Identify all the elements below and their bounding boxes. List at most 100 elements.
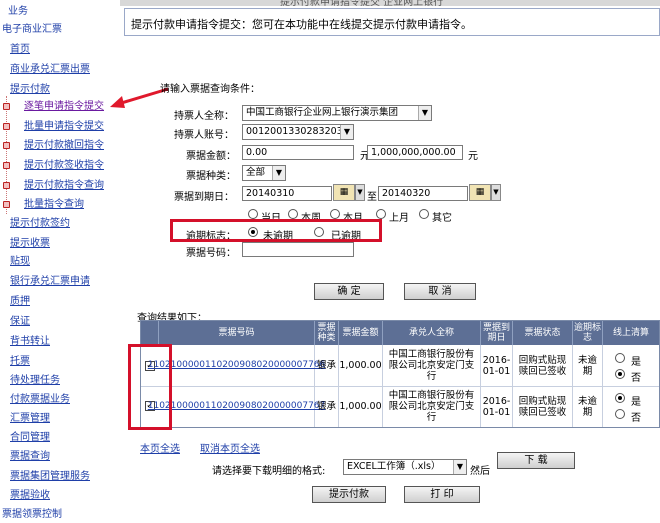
row-1-due: 2016-01-01 (481, 345, 513, 386)
tree-line (6, 96, 7, 214)
col-online: 线上清算 (603, 321, 659, 345)
print-button[interactable]: 打 印 (404, 486, 480, 503)
range-label-other: 其它 (432, 209, 452, 224)
sidebar-item-25[interactable]: 票据验收 (10, 490, 50, 502)
row-2-overdue: 未逾期 (573, 386, 603, 427)
tree-node-icon (3, 142, 10, 149)
sidebar-item-7[interactable]: 提示付款撤回指令 (24, 140, 104, 152)
download-format-label: 请选择要下载明细的格式: (212, 462, 325, 477)
amount-min-input[interactable]: 0.00 (242, 145, 354, 160)
results-table: 票据号码 票据种类 票据金额 承兑人全称 票据到期日 票据状态 逾期标志 线上清… (140, 320, 660, 428)
type-label: 票据种类： (186, 167, 236, 182)
sidebar-item-13[interactable]: 贴现 (10, 256, 30, 268)
sidebar-item-9[interactable]: 提示付款指令查询 (24, 180, 104, 192)
sidebar-item-5[interactable]: 逐笔申请指令提交 (24, 101, 104, 113)
tree-node-icon (3, 162, 10, 169)
bill-no-label: 票据号码： (186, 244, 236, 259)
sidebar-item-12[interactable]: 提示收票 (10, 238, 50, 250)
drawer-account-select[interactable]: 00120013302832030 ▼ (242, 124, 354, 140)
select-all-link[interactable]: 本页全选 (140, 440, 180, 455)
sidebar-item-18[interactable]: 托票 (10, 356, 30, 368)
sidebar-item-19[interactable]: 待处理任务 (10, 375, 60, 387)
tree-node-icon (3, 103, 10, 110)
row-2-online-no-radio[interactable] (615, 409, 625, 419)
col-amount: 票据金额 (339, 321, 383, 345)
sidebar-item-22[interactable]: 合同管理 (10, 432, 50, 444)
row-2-due: 2016-01-01 (481, 386, 513, 427)
page-title-box: 提示付款申请指令提交：您可在本功能中在线提交提示付款申请指令。 (124, 8, 660, 36)
calendar-icon[interactable]: ▦ (333, 184, 355, 201)
due-to-input[interactable]: 20140320 (378, 186, 468, 201)
range-radio-week[interactable] (288, 209, 298, 219)
row-1-online-yes-label: 是 (631, 353, 641, 368)
col-status: 票据状态 (513, 321, 573, 345)
sidebar-item-21[interactable]: 汇票管理 (10, 413, 50, 425)
calendar-icon[interactable]: ▦ (469, 184, 491, 201)
sidebar-item-8[interactable]: 提示付款签收指令 (24, 160, 104, 172)
col-checkbox (141, 321, 159, 345)
chevron-down-icon: ▼ (272, 166, 285, 180)
row-1-bill-no-link[interactable]: 1102100000110200908020000007766 (148, 360, 326, 371)
range-radio-month[interactable] (330, 209, 340, 219)
row-1-amount: 1,000.00 (339, 345, 383, 386)
sidebar-item-0[interactable]: 业务 (8, 6, 28, 18)
submit-payment-button[interactable]: 提示付款 (312, 486, 386, 503)
type-select[interactable]: 全部 ▼ (242, 165, 286, 181)
row-1-online-no-radio[interactable] (615, 369, 625, 379)
sidebar-item-4[interactable]: 提示付款 (10, 84, 50, 96)
download-button[interactable]: 下 载 (497, 452, 575, 469)
row-2-bill-no-link[interactable]: 1102100000110200908020000007767 (148, 401, 326, 412)
amount-label: 票据金额： (186, 147, 236, 162)
confirm-button[interactable]: 确 定 (314, 283, 384, 300)
cancel-button[interactable]: 取 消 (404, 283, 476, 300)
sidebar-item-1[interactable]: 电子商业汇票 (2, 24, 62, 36)
sidebar-item-24[interactable]: 票据集团管理服务 (10, 471, 90, 483)
deselect-all-link[interactable]: 取消本页全选 (200, 440, 260, 455)
sidebar-item-26[interactable]: 票据领票控制 (2, 509, 62, 521)
checkbox-highlight-box (128, 344, 172, 430)
tree-node-icon (3, 201, 10, 208)
col-type: 票据种类 (315, 321, 339, 345)
range-radio-today[interactable] (248, 209, 258, 219)
sidebar-item-14[interactable]: 银行承兑汇票申请 (10, 276, 90, 288)
range-radio-other[interactable] (419, 209, 429, 219)
sidebar-item-15[interactable]: 质押 (10, 296, 30, 308)
due-from-input[interactable]: 20140310 (242, 186, 332, 201)
sidebar-item-23[interactable]: 票据查询 (10, 451, 50, 463)
sidebar-item-2[interactable]: 首页 (10, 44, 30, 56)
chevron-down-icon[interactable]: ▼ (355, 184, 365, 201)
drawer-name-value: 中国工商银行企业网上银行演示集团 (246, 107, 398, 118)
sidebar: 业务电子商业汇票首页商业承兑汇票出票提示付款逐笔申请指令提交批量申请指令提交提示… (0, 0, 120, 523)
row-1-online-yes-radio[interactable] (615, 353, 625, 363)
row-1-online-no-label: 否 (631, 369, 641, 384)
amount-unit-yuan: 元 (468, 147, 478, 162)
sidebar-item-20[interactable]: 付款票据业务 (10, 394, 70, 406)
drawer-name-select[interactable]: 中国工商银行企业网上银行演示集团 ▼ (242, 105, 432, 121)
sidebar-item-10[interactable]: 批量指令查询 (24, 199, 84, 211)
chevron-down-icon[interactable]: ▼ (491, 184, 501, 201)
sidebar-item-3[interactable]: 商业承兑汇票出票 (10, 64, 90, 76)
drawer-account-label: 持票人账号： (174, 126, 234, 141)
bill-no-input[interactable] (242, 242, 354, 257)
sidebar-item-17[interactable]: 背书转让 (10, 336, 50, 348)
sidebar-item-11[interactable]: 提示付款签约 (10, 218, 70, 230)
type-value: 全部 (246, 167, 265, 178)
query-section-label: 请输入票据查询条件： (160, 80, 260, 95)
overdue-highlight-box (170, 219, 382, 242)
row-1-acceptor: 中国工商银行股份有限公司北京安定门支行 (383, 345, 481, 386)
row-2-online-yes-radio[interactable] (615, 393, 625, 403)
row-2-status: 回购式贴现赎回已签收 (513, 386, 573, 427)
sidebar-item-16[interactable]: 保证 (10, 316, 30, 328)
download-format-select[interactable]: EXCEL工作簿（.xls） ▼ (343, 459, 467, 475)
sidebar-item-6[interactable]: 批量申请指令提交 (24, 121, 104, 133)
download-suffix: 然后 (470, 462, 490, 477)
row-2-type: 银承 (315, 386, 339, 427)
row-2-online-no-label: 否 (631, 409, 641, 424)
row-2-amount: 1,000.00 (339, 386, 383, 427)
amount-max-input[interactable]: 1,000,000,000.00 (367, 145, 463, 160)
col-due: 票据到期日 (481, 321, 513, 345)
col-overdue: 逾期标志 (573, 321, 603, 345)
range-radio-last-month[interactable] (376, 209, 386, 219)
due-to-separator: 至 (367, 188, 377, 203)
row-2-online-yes-label: 是 (631, 393, 641, 408)
